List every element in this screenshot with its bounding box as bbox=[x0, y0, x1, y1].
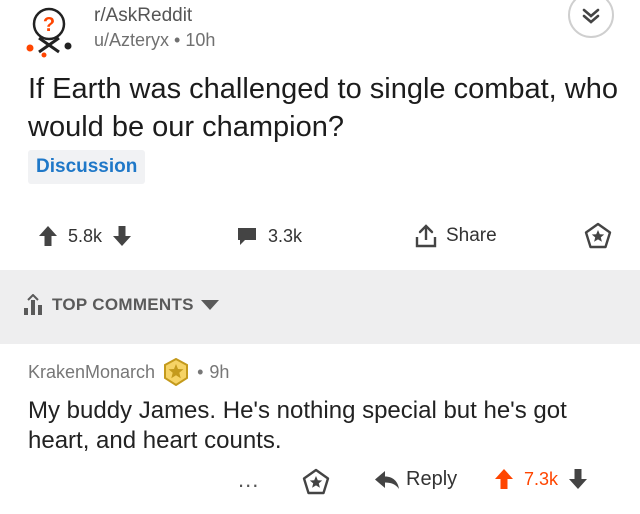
post-vote-group: 5.8k bbox=[38, 220, 132, 252]
gold-award-icon[interactable] bbox=[161, 358, 191, 386]
sort-label: TOP COMMENTS bbox=[52, 295, 194, 314]
post-age: 10h bbox=[185, 30, 216, 50]
post-meta: u/Azteryx • 10h bbox=[94, 30, 215, 51]
comment-age: 9h bbox=[209, 361, 230, 382]
comment-separator: • bbox=[197, 361, 204, 382]
sort-bars-icon bbox=[22, 294, 44, 316]
comment-bubble-icon bbox=[236, 225, 258, 247]
dropdown-caret-icon bbox=[200, 299, 220, 311]
comment-author[interactable]: KrakenMonarch bbox=[28, 362, 155, 383]
sort-comments-button[interactable]: TOP COMMENTS bbox=[22, 294, 220, 316]
comment-action-bar: ... Reply 7.3k bbox=[0, 466, 640, 500]
post-action-bar: 5.8k 3.3k Share bbox=[0, 216, 640, 256]
comment-meta: KrakenMonarch • 9h bbox=[28, 358, 229, 386]
post-author[interactable]: u/Azteryx bbox=[94, 30, 169, 50]
post-title[interactable]: If Earth was challenged to single combat… bbox=[28, 70, 628, 146]
meta-separator: • bbox=[174, 30, 181, 50]
downvote-arrow-icon[interactable] bbox=[112, 225, 132, 247]
share-button[interactable]: Share bbox=[414, 220, 497, 252]
post-score: 5.8k bbox=[68, 225, 103, 246]
post-header: ? r/AskReddit u/Azteryx • 10h bbox=[0, 0, 640, 60]
star-icon[interactable] bbox=[584, 222, 612, 250]
reply-button[interactable]: Reply bbox=[374, 468, 457, 491]
upvote-arrow-icon[interactable] bbox=[38, 225, 58, 247]
share-icon bbox=[414, 223, 438, 249]
svg-text:?: ? bbox=[43, 14, 55, 36]
subreddit-avatar-icon[interactable]: ? bbox=[22, 4, 80, 58]
reply-label: Reply bbox=[406, 468, 458, 490]
comments-section-header: TOP COMMENTS bbox=[0, 270, 640, 344]
comment-score: 7.3k bbox=[524, 468, 559, 489]
share-label: Share bbox=[446, 225, 497, 246]
upvote-arrow-icon[interactable] bbox=[494, 468, 514, 490]
star-icon[interactable] bbox=[302, 468, 330, 496]
subreddit-name[interactable]: r/AskReddit bbox=[94, 5, 192, 27]
collapse-button[interactable] bbox=[568, 0, 614, 38]
collapse-chevron-icon bbox=[581, 5, 601, 25]
comments-count: 3.3k bbox=[268, 225, 303, 246]
comments-button[interactable]: 3.3k bbox=[236, 220, 302, 252]
more-options-button[interactable]: ... bbox=[238, 466, 259, 494]
comment-vote-group: 7.3k bbox=[494, 468, 588, 490]
downvote-arrow-icon[interactable] bbox=[568, 468, 588, 490]
post-flair[interactable]: Discussion bbox=[28, 150, 146, 184]
comment-body: My buddy James. He's nothing special but… bbox=[28, 397, 567, 454]
reply-arrow-icon bbox=[374, 469, 400, 491]
